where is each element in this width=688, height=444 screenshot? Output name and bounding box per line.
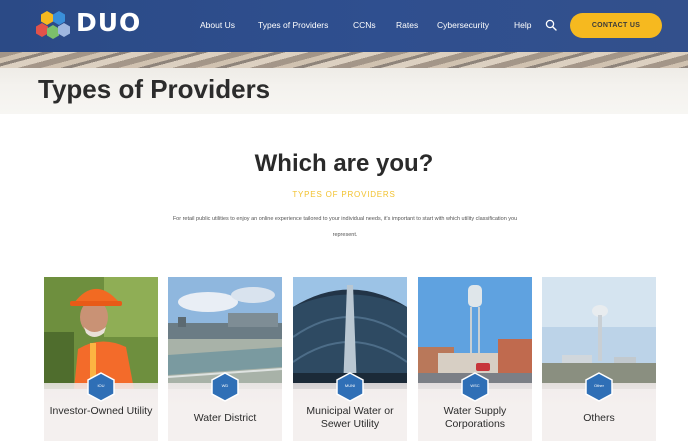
page-title: Types of Providers	[38, 74, 271, 104]
section-heading: Which are you?	[254, 150, 434, 177]
site-logo[interactable]: DUO	[36, 8, 146, 44]
section-subheading: TYPES OF PROVIDERS	[292, 190, 396, 199]
card-badge-label: IOU	[97, 383, 105, 388]
card-title: Others	[583, 412, 615, 424]
provider-card-municipal-water-or-sewer-utility[interactable]: MUNI Municipal Water or Sewer Utility	[293, 277, 407, 441]
top-navigation-bar: DUO About Us Types of Providers CCNs Rat…	[0, 0, 688, 52]
provider-card-investor-owned-utility[interactable]: IOU Investor-Owned Utility	[44, 277, 158, 441]
nav-link-cybersecurity[interactable]: Cybersecurity	[437, 20, 489, 30]
nav-link-about-us[interactable]: About Us	[200, 20, 235, 30]
search-icon[interactable]	[545, 19, 557, 31]
provider-card-water-district[interactable]: WD Water District	[168, 277, 282, 441]
nav-link-rates[interactable]: Rates	[396, 20, 418, 30]
hexagon-cluster-logo-icon	[36, 11, 70, 39]
provider-card-water-supply-corporations[interactable]: WSC Water Supply Corporations	[418, 277, 532, 441]
card-badge-label: WD	[221, 383, 229, 388]
logo-wordmark: DUO	[76, 8, 142, 37]
card-title: Municipal Water or Sewer Utility	[306, 405, 394, 430]
card-title: Water Supply Corporations	[443, 405, 507, 430]
intro-paragraph: For retail public utilities to enjoy an …	[172, 216, 518, 238]
card-badge-label: WSC	[470, 383, 480, 388]
nav-link-help[interactable]: Help	[514, 20, 531, 30]
nav-link-ccns[interactable]: CCNs	[353, 20, 376, 30]
contact-us-button[interactable]: CONTACT US	[570, 13, 662, 38]
card-title: Water District	[193, 412, 257, 424]
page-hero-banner: Types of Providers	[0, 52, 688, 114]
nav-link-types-of-providers[interactable]: Types of Providers	[258, 20, 328, 30]
provider-card-others[interactable]: Other Others	[542, 277, 656, 441]
hero-background-image	[0, 52, 688, 68]
card-badge-label: Other	[593, 383, 604, 388]
card-badge-label: MUNI	[344, 383, 356, 388]
card-title: Investor-Owned Utility	[49, 405, 153, 417]
